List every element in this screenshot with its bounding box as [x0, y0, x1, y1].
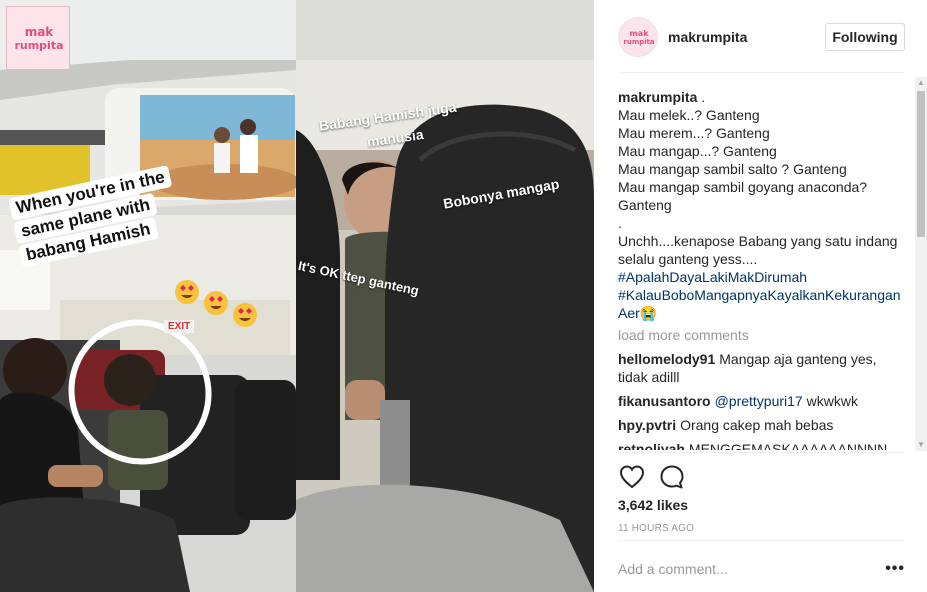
- comment-text: MENGGEMASKAAAAAANNNN: [688, 441, 888, 450]
- avatar-text-line1: mak: [629, 29, 649, 38]
- crying-emoji-icon: 😭: [639, 305, 658, 321]
- exit-sign: EXIT: [164, 320, 195, 333]
- comment-icon[interactable]: [658, 463, 686, 491]
- logo-text-line1: mak: [24, 25, 54, 39]
- caption-line: Mau mangap sambil goyang anaconda? Gante…: [618, 179, 868, 213]
- hashtag-link[interactable]: #KalauBoboMangapnyaKayalkanKekuranganAer…: [618, 286, 905, 322]
- comment-username[interactable]: retnoliyah: [618, 441, 685, 450]
- list-item: retnoliyah MENGGEMASKAAAAAANNNN: [618, 440, 905, 450]
- photo-scene: [0, 0, 594, 592]
- logo-text-line2: rumpita: [14, 39, 64, 52]
- scrollbar-thumb[interactable]: [917, 91, 925, 237]
- heart-icon[interactable]: [618, 463, 646, 491]
- likes-count[interactable]: 3,642 likes: [618, 497, 688, 513]
- add-comment-bar: •••: [618, 540, 905, 592]
- following-button[interactable]: Following: [825, 23, 905, 51]
- comment-text: wkwkwk: [806, 393, 858, 409]
- post-side-panel: mak rumpita makrumpita Following makrump…: [594, 0, 927, 592]
- post-timestamp[interactable]: 11 HOURS AGO: [618, 523, 694, 534]
- heart-eyes-emoji-icon: [175, 280, 199, 304]
- brand-logo: mak rumpita: [6, 6, 70, 70]
- comment-username[interactable]: hellomelody91: [618, 351, 715, 367]
- post-photo: mak rumpita When you're in the same plan…: [0, 0, 594, 592]
- hashtag-text: #KalauBoboMangapnyaKayalkanKekuranganAer: [618, 287, 901, 321]
- post-actions: 3,642 likes 11 HOURS AGO: [618, 452, 905, 540]
- list-item: hpy.pvtri Orang cakep mah bebas: [618, 416, 905, 434]
- avatar[interactable]: mak rumpita: [618, 17, 658, 57]
- caption-line: Unchh....kenapose Babang yang satu indan…: [618, 233, 898, 267]
- comment-input[interactable]: [618, 559, 868, 579]
- caption-username[interactable]: makrumpita: [618, 89, 697, 105]
- scroll-up-arrow-icon[interactable]: ▲: [915, 77, 927, 89]
- heart-eyes-emoji-icon: [233, 303, 257, 327]
- comment-username[interactable]: fikanusantoro: [618, 393, 711, 409]
- heart-eyes-emoji-icon: [204, 291, 228, 315]
- post-caption: makrumpita . Mau melek..? Ganteng Mau me…: [618, 88, 905, 322]
- list-item: fikanusantoro @prettypuri17 wkwkwk: [618, 392, 905, 410]
- caption-line: .: [618, 215, 622, 231]
- hashtag-link[interactable]: #ApalahDayaLakiMakDirumah: [618, 268, 905, 286]
- comments-scrollbar[interactable]: ▲ ▼: [915, 77, 927, 451]
- caption-line: Mau mangap sambil salto ? Ganteng: [618, 161, 847, 177]
- caption-line: Mau melek..? Ganteng: [618, 107, 760, 123]
- load-more-comments-link[interactable]: load more comments: [618, 326, 905, 344]
- comment-mention-link[interactable]: @prettypuri17: [715, 393, 803, 409]
- caption-line: Mau merem...? Ganteng: [618, 125, 770, 141]
- scroll-down-arrow-icon[interactable]: ▼: [915, 439, 927, 451]
- header-username[interactable]: makrumpita: [668, 29, 747, 45]
- post-header: mak rumpita makrumpita Following: [618, 15, 905, 73]
- more-options-icon[interactable]: •••: [885, 559, 905, 579]
- avatar-text-line2: rumpita: [623, 38, 655, 46]
- list-item: hellomelody91 Mangap aja ganteng yes, tid…: [618, 350, 905, 386]
- comment-text: Orang cakep mah bebas: [680, 417, 834, 433]
- caption-line: Mau mangap...? Ganteng: [618, 143, 777, 159]
- comment-username[interactable]: hpy.pvtri: [618, 417, 676, 433]
- comments-list: makrumpita . Mau melek..? Ganteng Mau me…: [618, 88, 905, 452]
